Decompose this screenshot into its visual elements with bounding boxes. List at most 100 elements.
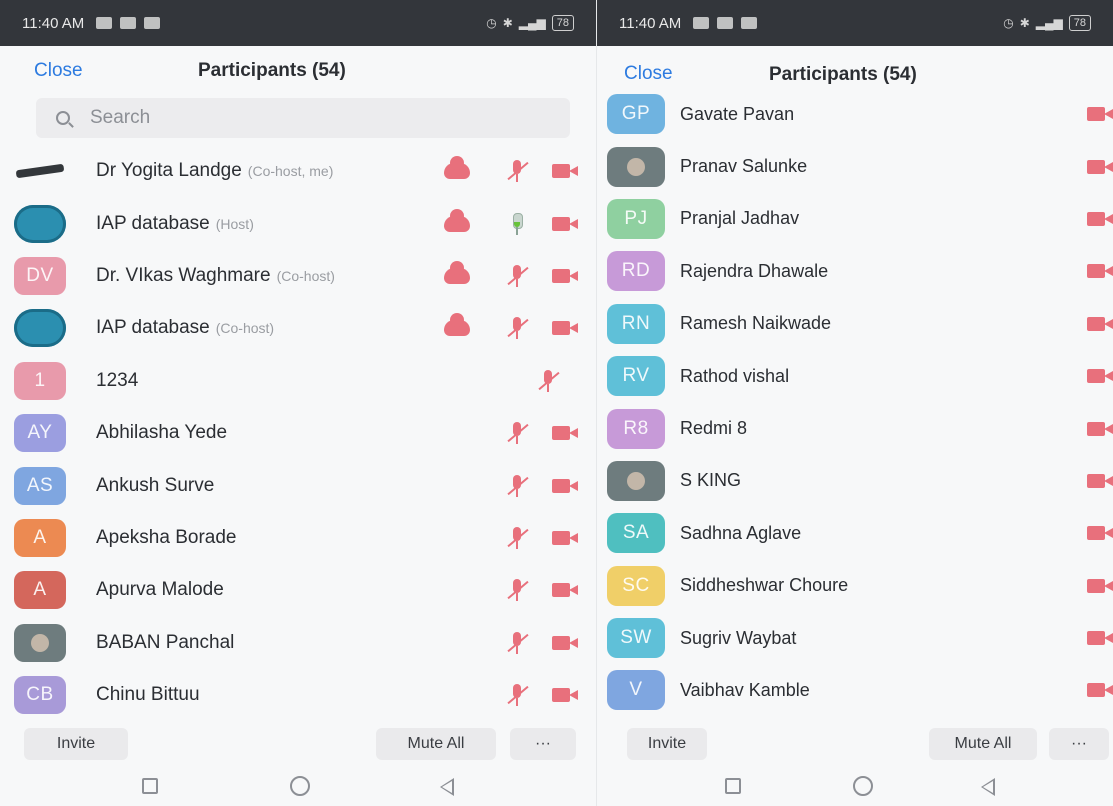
video-off-icon[interactable] — [1087, 421, 1113, 436]
home-icon[interactable] — [290, 776, 310, 796]
participant-name: Ankush Surve — [96, 475, 214, 497]
participant-row[interactable]: DV Dr. VIkas Waghmare (Co-host) — [0, 250, 596, 302]
video-off-icon[interactable] — [552, 688, 578, 703]
participant-name-text: Sugriv Waybat — [680, 627, 797, 648]
video-off-icon[interactable] — [552, 478, 578, 493]
participant-row[interactable]: Pranav Salunke — [597, 140, 1113, 192]
video-off-icon[interactable] — [552, 321, 578, 336]
cloud-recording-icon — [444, 313, 470, 337]
participant-role: (Co-host) — [215, 320, 275, 337]
participant-name-text: BABAN Panchal — [96, 631, 235, 653]
mic-slash — [538, 371, 560, 390]
video-off-icon[interactable] — [1087, 107, 1113, 122]
video-off-icon[interactable] — [1087, 526, 1113, 541]
participant-row[interactable]: V Vaibhav Kamble — [597, 664, 1113, 716]
participant-row[interactable]: S KING — [597, 455, 1113, 507]
mic-muted-icon[interactable] — [507, 474, 529, 497]
video-off-icon[interactable] — [1087, 578, 1113, 593]
mic-muted-icon[interactable] — [507, 160, 529, 183]
participant-row[interactable]: Dr Yogita Landge (Co-host, me) — [0, 145, 596, 197]
mic-slash — [507, 685, 529, 705]
recents-icon[interactable] — [725, 778, 741, 794]
home-icon[interactable] — [853, 776, 873, 796]
participant-row[interactable]: RV Rathod vishal — [597, 350, 1113, 402]
invite-button[interactable]: Invite — [627, 728, 707, 760]
status-time: 11:40 AM — [619, 14, 682, 32]
recents-icon[interactable] — [142, 778, 158, 794]
participant-name: Dr. VIkas Waghmare (Co-host) — [96, 265, 335, 287]
participant-row[interactable]: GP Gavate Pavan — [597, 88, 1113, 140]
mic-muted-icon[interactable] — [507, 684, 529, 707]
participant-name: IAP database (Host) — [96, 213, 254, 235]
more-button[interactable]: ··· — [510, 728, 576, 760]
mute-all-button[interactable]: Mute All — [376, 728, 496, 760]
back-icon[interactable] — [981, 778, 995, 796]
notification-icon — [717, 17, 734, 29]
video-off-icon[interactable] — [552, 635, 578, 650]
mic-muted-icon[interactable] — [507, 422, 529, 445]
video-off-icon[interactable] — [1087, 159, 1113, 174]
participant-row[interactable]: R8 Redmi 8 — [597, 402, 1113, 454]
participant-name: Apurva Malode — [96, 579, 224, 601]
back-icon[interactable] — [440, 778, 454, 796]
mic-muted-icon[interactable] — [507, 526, 529, 549]
participant-row[interactable]: SC Siddheshwar Choure — [597, 560, 1113, 612]
avatar: AY — [14, 414, 66, 453]
participant-row[interactable]: RN Ramesh Naikwade — [597, 298, 1113, 350]
mic-muted-icon[interactable] — [507, 317, 529, 340]
mic-on-icon[interactable] — [511, 212, 523, 235]
participant-name-text: Redmi 8 — [680, 418, 748, 439]
panel-header: Close Participants (54) — [0, 52, 596, 92]
video-off-icon[interactable] — [1087, 211, 1113, 226]
video-off-icon[interactable] — [1087, 369, 1113, 384]
participants-panel-left: 11:40 AM ◷ ✱ ▂▄▆ 78 Close Participants (… — [0, 0, 596, 806]
participant-row[interactable]: AY Abhilasha Yede — [0, 407, 596, 459]
avatar-logo — [14, 204, 66, 243]
participant-name: Redmi 8 — [680, 418, 747, 439]
mic-muted-icon[interactable] — [538, 369, 560, 392]
mic-muted-icon[interactable] — [507, 264, 529, 287]
video-off-icon[interactable] — [552, 583, 578, 598]
participant-row[interactable]: A Apurva Malode — [0, 564, 596, 616]
more-button[interactable]: ··· — [1049, 728, 1109, 760]
video-off-icon[interactable] — [1087, 683, 1113, 698]
close-button[interactable]: Close — [34, 60, 83, 82]
participant-row[interactable]: CB Chinu Bittuu — [0, 669, 596, 721]
participant-row[interactable]: AS Ankush Surve — [0, 459, 596, 511]
battery-icon: 78 — [551, 15, 574, 31]
participant-row[interactable]: IAP database (Host) — [0, 197, 596, 249]
cloud-recording-icon — [444, 156, 470, 180]
avatar: GP — [607, 94, 665, 135]
video-off-icon[interactable] — [552, 530, 578, 545]
participant-row[interactable]: BABAN Panchal — [0, 617, 596, 669]
video-off-icon[interactable] — [1087, 631, 1113, 646]
mic-muted-icon[interactable] — [507, 631, 529, 654]
notification-icon — [96, 17, 113, 29]
video-off-icon[interactable] — [1087, 316, 1113, 331]
participant-name: BABAN Panchal — [96, 632, 234, 654]
participant-row[interactable]: 1 1234 — [0, 355, 596, 407]
participant-row[interactable]: A Apeksha Borade — [0, 512, 596, 564]
mute-all-button[interactable]: Mute All — [929, 728, 1037, 760]
participant-name-text: Sadhna Aglave — [680, 522, 802, 543]
participant-row[interactable]: PJ Pranjal Jadhav — [597, 193, 1113, 245]
mic-muted-icon[interactable] — [507, 579, 529, 602]
video-off-icon[interactable] — [552, 268, 578, 283]
participant-name-text: IAP database — [96, 317, 210, 339]
notification-icon — [693, 17, 710, 29]
status-bar: 11:40 AM ◷ ✱ ▂▄▆ 78 — [597, 0, 1113, 46]
participant-row[interactable]: SA Sadhna Aglave — [597, 507, 1113, 559]
mic-slash — [507, 319, 529, 338]
search-input[interactable]: Search — [36, 98, 570, 138]
video-off-icon[interactable] — [552, 426, 578, 441]
participant-row[interactable]: RD Rajendra Dhawale — [597, 245, 1113, 297]
close-button[interactable]: Close — [624, 63, 673, 85]
video-off-icon[interactable] — [1087, 473, 1113, 488]
invite-button[interactable]: Invite — [24, 728, 128, 760]
video-off-icon[interactable] — [552, 164, 578, 179]
video-off-icon[interactable] — [1087, 264, 1113, 279]
participant-name: Rathod vishal — [680, 366, 789, 387]
video-off-icon[interactable] — [552, 216, 578, 231]
participant-row[interactable]: SW Sugriv Waybat — [597, 612, 1113, 664]
participant-row[interactable]: IAP database (Co-host) — [0, 302, 596, 354]
